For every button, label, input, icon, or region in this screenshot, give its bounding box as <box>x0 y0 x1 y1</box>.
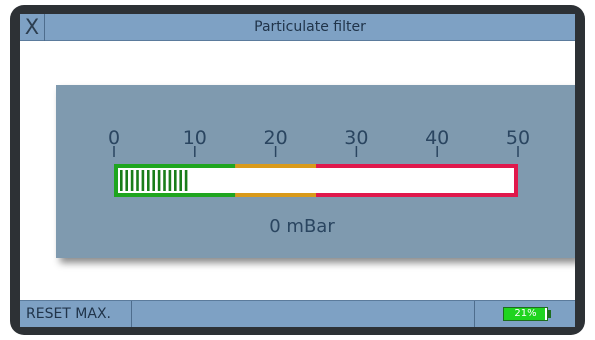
scale-label: 50 <box>506 127 530 149</box>
peak-stripe <box>184 170 188 191</box>
peak-stripe <box>147 170 150 191</box>
peak-stripe <box>152 170 155 191</box>
scale-label: 0 <box>108 127 120 149</box>
close-button[interactable]: X <box>20 14 45 41</box>
battery-indicator: 21% <box>503 307 548 321</box>
peak-stripe <box>157 170 161 191</box>
status-bar-middle <box>132 301 475 327</box>
peak-stripe <box>174 170 177 191</box>
battery-terminal <box>548 310 551 318</box>
peak-stripe <box>130 170 134 191</box>
scale-label: 40 <box>425 127 449 149</box>
peak-stripe <box>136 170 139 191</box>
gauge-panel: 0 10 20 30 40 50 0 mBar <box>56 85 575 258</box>
device-frame: X Particulate filter 0 10 20 30 40 50 0 mBar … <box>10 5 585 335</box>
peak-stripe <box>125 170 128 191</box>
gauge-value-readout: 0 mBar <box>269 216 335 237</box>
peak-stripe <box>163 170 166 191</box>
reset-max-button[interactable]: RESET MAX. <box>20 301 132 327</box>
window-title: Particulate filter <box>254 19 366 35</box>
peak-stripe <box>179 170 182 191</box>
battery-percent: 21% <box>514 308 537 319</box>
gauge: 0 10 20 30 40 50 0 mBar <box>108 127 530 237</box>
scale-label: 20 <box>264 127 288 149</box>
scale-label: 10 <box>183 127 207 149</box>
peak-stripe <box>141 170 145 191</box>
scale-label: 30 <box>344 127 368 149</box>
peak-stripe <box>168 170 172 191</box>
screen: X Particulate filter 0 10 20 30 40 50 0 mBar … <box>20 14 575 327</box>
gauge-bar-track <box>118 168 514 193</box>
title-bar: X Particulate filter <box>20 14 575 41</box>
peak-stripe <box>120 170 123 191</box>
status-bar: RESET MAX. 21% <box>20 300 575 327</box>
